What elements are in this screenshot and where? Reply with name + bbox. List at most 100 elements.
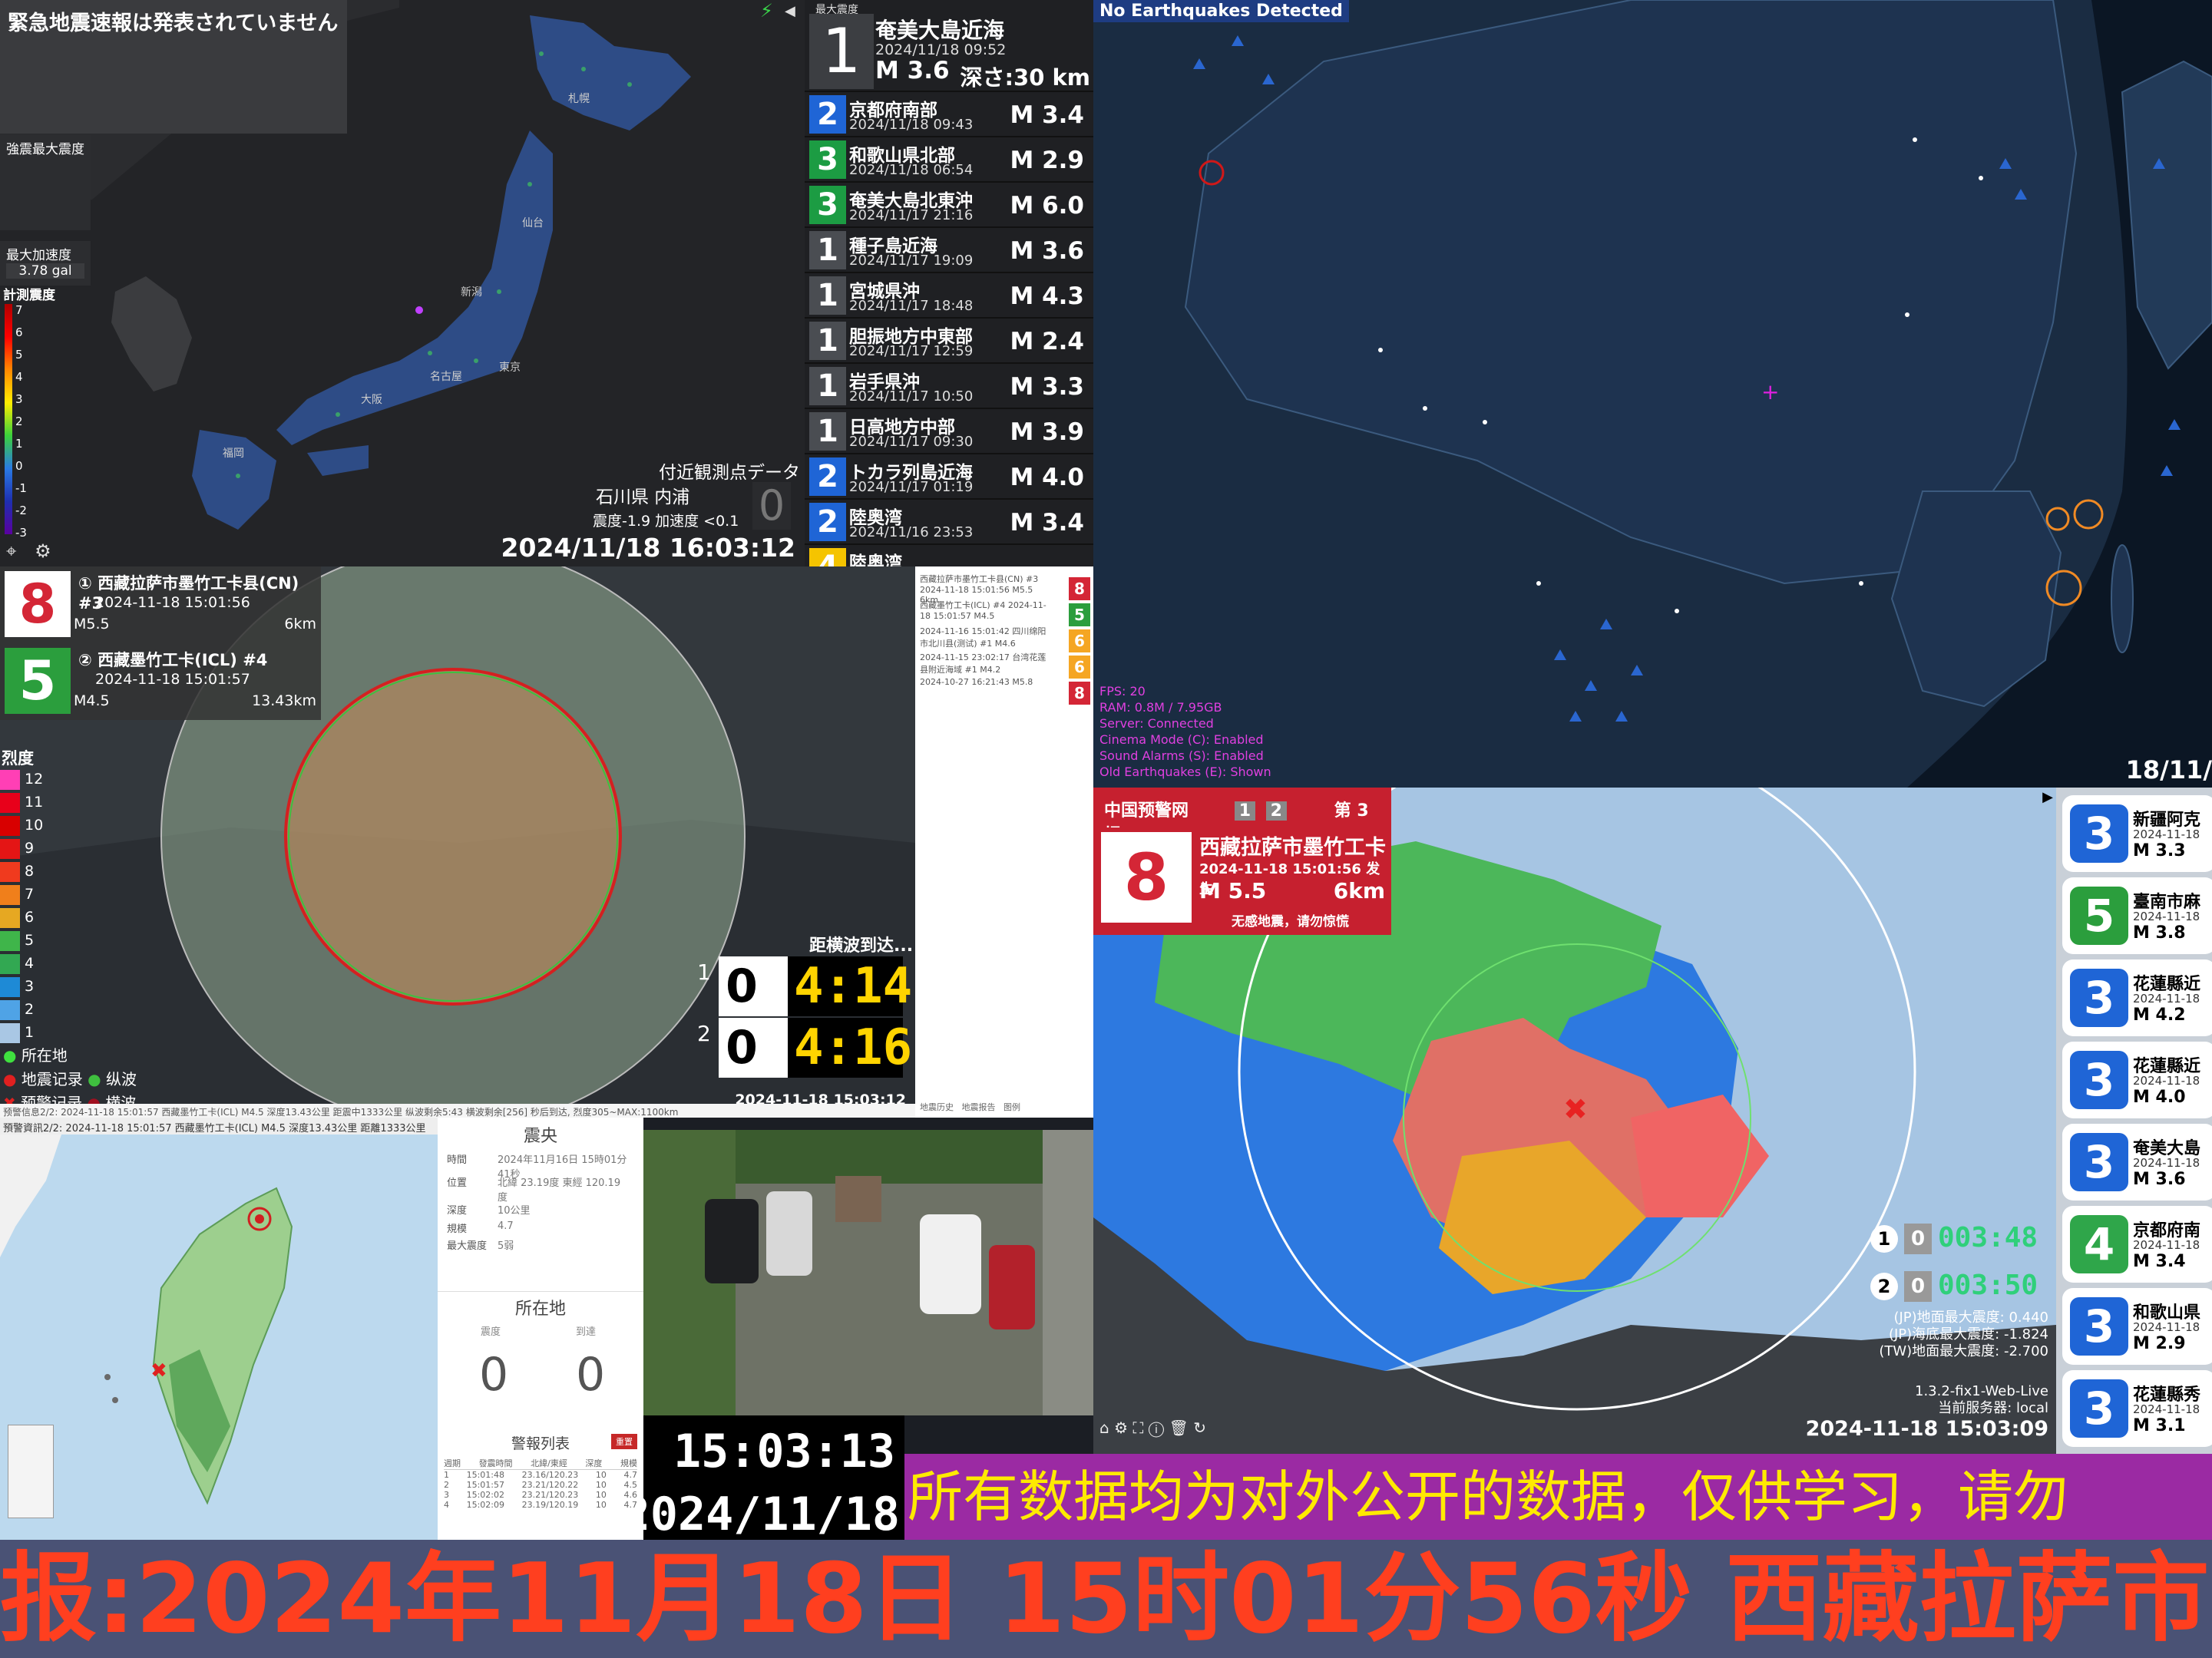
max-acceleration-value: 3.78 gal xyxy=(6,263,84,279)
quake-date: 2024-11-18 xyxy=(2133,1402,2200,1416)
cn-eew-card[interactable]: 8 西藏拉萨市墨竹工卡县 2024-11-18 15:01:56 发生 M 5.… xyxy=(1093,827,1391,935)
quake-date: 2024/11/18 09:52 xyxy=(875,41,1007,58)
refresh-icon[interactable]: ↻ xyxy=(1193,1419,1206,1437)
history-item[interactable]: 2024-10-27 16:21:43 M5.8 xyxy=(920,677,1050,687)
report-tab-1[interactable]: 1 xyxy=(1234,801,1255,821)
quake-row[interactable]: 2 トカラ列島近海 2024/11/17 01:19 M 4.0 xyxy=(805,453,1093,497)
table-cell: 15:02:09 xyxy=(466,1500,504,1510)
info-icon[interactable]: ⓘ xyxy=(1149,1419,1164,1437)
quake-list-panel: 最大震度 1 奄美大島近海 2024/11/18 09:52 M 3.6 深さ:… xyxy=(805,0,1093,566)
side-quake-card[interactable]: 3 新疆阿克 2024-11-18 M 3.3 xyxy=(2062,795,2212,872)
quake-magnitude: M 4.2 xyxy=(2133,1006,2186,1025)
side-quake-card[interactable]: 3 花蓮縣近 2024-11-18 M 4.0 xyxy=(2062,1042,2212,1118)
japan-clock: 2024/11/18 16:03:12 xyxy=(501,533,795,563)
quake-magnitude: M 3.6 xyxy=(875,57,950,84)
loc-label-2: 到達 xyxy=(576,1326,597,1338)
trash-icon[interactable]: 🗑 xyxy=(1169,1419,1188,1437)
home-icon[interactable]: ⌂ xyxy=(1099,1419,1109,1437)
settings-icon[interactable]: ⚙ xyxy=(1114,1419,1128,1437)
collapse-arrow-icon[interactable]: ◀ xyxy=(785,3,795,19)
quake-magnitude: M 3.4 xyxy=(1010,509,1084,537)
intensity-badge: 8 xyxy=(1101,832,1192,923)
info-key: 規模 xyxy=(447,1224,468,1235)
night-map-date: 18/11/ xyxy=(2125,755,2212,784)
side-quake-card[interactable]: 3 花蓮縣近 2024-11-18 M 4.2 xyxy=(2062,959,2212,1036)
taiwan-map-panel: 預警資訊2/2: 2024-11-18 15:01:57 西藏墨竹工卡(ICL)… xyxy=(0,1118,438,1540)
quake-date: 2024/11/18 06:54 xyxy=(849,162,974,178)
quake-date: 2024/11/17 09:30 xyxy=(849,434,974,450)
fullscreen-icon[interactable]: ⛶ xyxy=(1132,1419,1143,1437)
intensity-badge: 4 xyxy=(2070,1215,2128,1273)
cn-info: (JP)地面最大震度: 0.440 (JP)海底最大震度: -1.824 (TW)地… xyxy=(1879,1310,2048,1359)
quake-row[interactable]: 3 和歌山県北部 2024/11/18 06:54 M 2.9 xyxy=(805,136,1093,180)
table-header: 深度 xyxy=(585,1458,603,1468)
side-quake-card[interactable]: 3 奄美大島 2024-11-18 M 3.6 xyxy=(2062,1124,2212,1201)
taiwan-map: ✖ xyxy=(0,1135,438,1540)
intensity-badge: 2 xyxy=(809,95,846,134)
quake-date: 2024-11-18 xyxy=(2133,1074,2200,1088)
history-item[interactable]: 2024-11-16 15:01:42 四川绵阳市北川县(测试) #1 M4.6 xyxy=(920,625,1050,649)
expand-arrow-icon[interactable]: ▶ xyxy=(2042,789,2053,805)
city-label: 福岡 xyxy=(223,448,244,460)
eew-card-2[interactable]: 5 ② 西藏墨竹工卡(ICL) #4 2024-11-18 15:01:57 M… xyxy=(0,643,321,720)
legend-item: 7 xyxy=(0,883,46,906)
quake-row[interactable]: 2 陸奥湾 2024/11/16 23:53 M 3.4 xyxy=(805,498,1093,542)
eew-mag: M4.5 xyxy=(74,692,110,709)
intensity-badge: 3 xyxy=(2070,969,2128,1027)
info-key: 時間 xyxy=(447,1154,468,1166)
legend-item: 8 xyxy=(0,860,46,883)
warn-table: 週期 發震時間 北緯/東經 深度 規模 1 15:01:48 23.16/120.23 10 4… xyxy=(444,1457,637,1510)
side-quake-card[interactable]: 4 京都府南 2024-11-18 M 3.4 xyxy=(2062,1206,2212,1283)
table-cell: 10 xyxy=(595,1480,607,1490)
japan-map-panel: 緊急地震速報は発表されていません 強震最大震度 最大加速度 3.78 gal 計… xyxy=(0,0,805,566)
side-quake-card[interactable]: 3 花蓮縣秀 2024-11-18 M 3.1 xyxy=(2062,1370,2212,1447)
intensity-badge: 3 xyxy=(2070,1133,2128,1191)
nearby-intensity: 0 xyxy=(752,482,791,530)
gear-icon[interactable]: ⚙ xyxy=(35,540,51,562)
history-item[interactable]: 2024-11-15 23:02:17 台湾花莲县附近海域 #1 M4.2 xyxy=(920,651,1050,675)
eew-card-1[interactable]: 8 ① 西藏拉萨市墨竹工卡县(CN) #3 2024-11-18 15:01:5… xyxy=(0,566,321,643)
cn-warning-title: 中国预警网 xyxy=(1104,801,1189,821)
side-quake-card[interactable]: 3 和歌山県 2024-11-18 M 2.9 xyxy=(2062,1288,2212,1365)
info-key: 深度 xyxy=(447,1205,468,1217)
side-quake-card[interactable]: 5 臺南市麻 2024-11-18 M 3.8 xyxy=(2062,877,2212,954)
table-row: 2 15:01:57 23.21/120.22 10 4.5 xyxy=(444,1480,637,1490)
eew-depth: 13.43km xyxy=(252,692,316,709)
quake-magnitude: M 4.0 xyxy=(2133,1088,2186,1107)
countdown-2: 0 4:16 xyxy=(719,1018,912,1078)
latest-quake[interactable]: 1 奄美大島近海 2024/11/18 09:52 M 3.6 深さ:30 km xyxy=(805,14,1093,91)
quake-row[interactable]: 2 京都府南部 2024/11/18 09:43 M 3.4 xyxy=(805,91,1093,134)
info-key: 位置 xyxy=(447,1177,468,1189)
reset-button[interactable]: 重置 xyxy=(611,1434,637,1449)
quake-row[interactable]: 1 岩手県沖 2024/11/17 10:50 M 3.3 xyxy=(805,362,1093,406)
history-item[interactable]: 西藏墨竹工卡(ICL) #4 2024-11-18 15:01:57 M4.5 xyxy=(920,599,1050,621)
epicenter-title: 震央 xyxy=(523,1127,557,1146)
table-cell: 4 xyxy=(444,1500,449,1510)
quake-magnitude: M 3.6 xyxy=(1010,237,1084,265)
table-cell: 15:01:48 xyxy=(466,1470,504,1480)
detection-status: No Earthquakes Detected xyxy=(1093,0,1349,22)
quake-row[interactable]: 1 日高地方中部 2024/11/17 09:30 M 3.9 xyxy=(805,408,1093,451)
cn-version: 1.3.2-fix1-Web-Live 当前服务器: local xyxy=(1915,1383,2048,1416)
quake-row[interactable]: 1 宮城県沖 2024/11/17 18:48 M 4.3 xyxy=(805,272,1093,315)
quake-row[interactable]: 4 陸奥湾 xyxy=(805,543,1093,566)
table-cell: 10 xyxy=(595,1470,607,1480)
quake-magnitude: M 3.3 xyxy=(1010,373,1084,401)
locate-icon[interactable]: ⌖ xyxy=(6,540,17,562)
quake-row[interactable]: 3 奄美大島北東沖 2024/11/17 21:16 M 6.0 xyxy=(805,181,1093,225)
report-tab-2[interactable]: 2 xyxy=(1265,801,1287,821)
intensity-badge: 5 xyxy=(1069,603,1090,626)
eew-footer: 预警信息2/2: 2024-11-18 15:01:57 西藏墨竹工卡(ICL)… xyxy=(0,1104,915,1118)
svg-text:✖: ✖ xyxy=(150,1359,167,1382)
quake-row[interactable]: 1 種子島近海 2024/11/17 19:09 M 3.6 xyxy=(805,226,1093,270)
scale-label: 計測震度 xyxy=(3,288,55,303)
city-label: 仙台 xyxy=(522,217,544,230)
taiwan-legend xyxy=(8,1425,54,1518)
legend-item: 11 xyxy=(0,791,46,814)
legend-item: 2 xyxy=(0,998,46,1021)
table-row: 3 15:02:02 23.21/120.23 10 4.6 xyxy=(444,1490,637,1500)
quake-row[interactable]: 1 胆振地方中東部 2024/11/17 12:59 M 2.4 xyxy=(805,317,1093,361)
clock-panel: 15:03:13 2024/11/18 xyxy=(643,1415,904,1540)
table-cell: 10 xyxy=(595,1500,607,1510)
countdown-1: 0 4:14 xyxy=(719,956,912,1016)
